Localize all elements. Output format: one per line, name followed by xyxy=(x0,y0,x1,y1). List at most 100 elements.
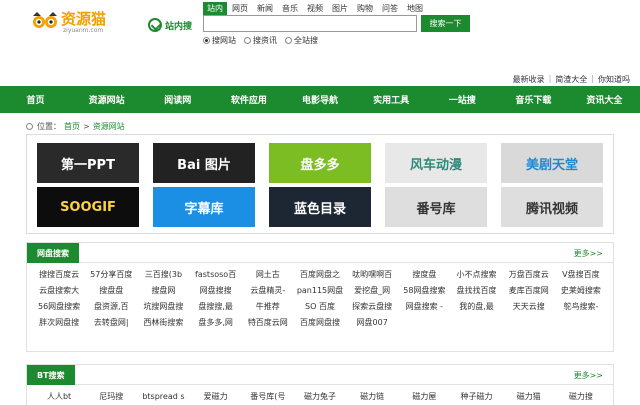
site-link[interactable]: 磁力兔子 xyxy=(294,389,346,405)
radio-search-sites[interactable]: 搜网站 xyxy=(203,35,236,46)
site-link[interactable]: 网盘搜搜 xyxy=(190,283,242,299)
featured-baidu-images[interactable]: Bai 图片 xyxy=(153,143,255,183)
nav-item-reading[interactable]: 阅读网 xyxy=(142,86,213,113)
site-link[interactable]: 小不点搜索 xyxy=(450,267,502,283)
nav-item-onesearch[interactable]: 一站搜 xyxy=(427,86,498,113)
site-link[interactable]: 盘多多,网 xyxy=(190,315,242,331)
nav-item-resources[interactable]: 资源网站 xyxy=(71,86,142,113)
site-link[interactable]: 磁力搜 xyxy=(555,389,607,405)
site-logo[interactable]: 资源猫 ziyuanm.com xyxy=(32,8,122,34)
search-tab[interactable]: 新闻 xyxy=(253,2,277,15)
logo-text: 资源猫 xyxy=(61,10,107,28)
site-link[interactable]: 爱磁力 xyxy=(190,389,242,405)
featured-tencent[interactable]: 腾讯视频 xyxy=(501,187,603,227)
nav-item-home[interactable]: 首页 xyxy=(0,86,71,113)
site-link[interactable]: 网盘007 xyxy=(346,315,398,331)
site-link[interactable]: 人人bt xyxy=(33,389,85,405)
site-link[interactable]: 搜盘盘 xyxy=(85,283,137,299)
site-link[interactable]: 盘搜搜,最 xyxy=(190,299,242,315)
site-link[interactable]: pan115网盘 xyxy=(294,283,346,299)
site-link[interactable]: 盘找找百度 xyxy=(450,283,502,299)
search-input[interactable] xyxy=(203,15,417,32)
nav-item-music[interactable]: 音乐下载 xyxy=(498,86,569,113)
site-link[interactable]: 去转盘网| xyxy=(85,315,137,331)
site-link[interactable]: fastsoso百 xyxy=(190,267,242,283)
site-link[interactable]: 我的盘,最 xyxy=(450,299,502,315)
search-tab[interactable]: 图片 xyxy=(328,2,352,15)
more-link[interactable]: 更多>> xyxy=(574,248,603,259)
site-link[interactable]: 盘资源,百 xyxy=(85,299,137,315)
site-link[interactable]: 云盘精灵- xyxy=(242,283,294,299)
breadcrumb-current[interactable]: 资源网站 xyxy=(93,121,125,132)
site-search-label: 站内搜 xyxy=(165,21,193,32)
search-button[interactable]: 搜索一下 xyxy=(421,15,470,32)
site-link[interactable]: 番号库(号 xyxy=(242,389,294,405)
site-link[interactable]: 尼玛搜 xyxy=(85,389,137,405)
more-link[interactable]: 更多>> xyxy=(574,370,603,381)
featured-fengche[interactable]: 风车动漫 xyxy=(385,143,487,183)
top-link-latest[interactable]: 最新收录 xyxy=(513,74,545,85)
search-tab[interactable]: 问答 xyxy=(378,2,402,15)
site-link[interactable]: 坑搜网盘搜 xyxy=(137,299,189,315)
site-link[interactable]: 万盘百度云 xyxy=(503,267,555,283)
site-link[interactable]: 西林街搜索 xyxy=(137,315,189,331)
nav-item-tools[interactable]: 实用工具 xyxy=(356,86,427,113)
site-link[interactable]: 56网盘搜索 xyxy=(33,299,85,315)
search-brand-icon xyxy=(148,18,162,32)
site-link[interactable]: 网土古 xyxy=(242,267,294,283)
featured-soogif[interactable]: SOOGIF xyxy=(37,187,139,227)
featured-label: 第一PPT xyxy=(61,157,115,173)
site-link[interactable]: 呔哟嘿啊百 xyxy=(346,267,398,283)
featured-label: Bai 图片 xyxy=(177,157,231,173)
featured-panduoduo[interactable]: 盘多多 xyxy=(269,143,371,183)
site-link[interactable]: V盘搜百度 xyxy=(555,267,607,283)
site-link[interactable]: 58网盘搜索 xyxy=(398,283,450,299)
site-link[interactable]: 搜盘网 xyxy=(137,283,189,299)
site-link[interactable]: 57分享百度 xyxy=(85,267,137,283)
site-link[interactable]: 搜搜百度云 xyxy=(33,267,85,283)
breadcrumb-home[interactable]: 首页 xyxy=(64,121,80,132)
site-link[interactable]: 天天云搜 xyxy=(503,299,555,315)
site-link[interactable]: 麦库百度网 xyxy=(503,283,555,299)
site-link[interactable]: 搜度盘 xyxy=(398,267,450,283)
site-link[interactable]: 百度网盘之 xyxy=(294,267,346,283)
search-tab[interactable]: 音乐 xyxy=(278,2,302,15)
search-tab[interactable]: 站内 xyxy=(203,2,227,15)
search-tab[interactable]: 视频 xyxy=(303,2,327,15)
featured-zimuku[interactable]: 字幕库 xyxy=(153,187,255,227)
breadcrumb-separator: > xyxy=(83,122,90,131)
nav-item-movies[interactable]: 电影导航 xyxy=(284,86,355,113)
search-tab[interactable]: 地图 xyxy=(403,2,427,15)
site-link[interactable]: 三百搜(3b xyxy=(137,267,189,283)
site-link[interactable]: btspread s xyxy=(137,389,189,405)
site-link[interactable]: 百度网盘搜 xyxy=(294,315,346,331)
site-link[interactable]: 牛推荐 xyxy=(242,299,294,315)
search-tab[interactable]: 购物 xyxy=(353,2,377,15)
featured-ppt[interactable]: 第一PPT xyxy=(37,143,139,183)
nav-item-software[interactable]: 软件应用 xyxy=(213,86,284,113)
site-link[interactable]: 种子磁力 xyxy=(450,389,502,405)
featured-fanhao[interactable]: 番号库 xyxy=(385,187,487,227)
site-link[interactable]: 史莱姆搜索 xyxy=(555,283,607,299)
site-link[interactable]: 探索云盘搜 xyxy=(346,299,398,315)
top-link-know[interactable]: 你知道吗 xyxy=(598,74,630,85)
divider: | xyxy=(548,74,552,83)
site-link[interactable]: 爱挖盘_网 xyxy=(346,283,398,299)
top-link-list[interactable]: 简渣大全 xyxy=(555,74,587,85)
site-link[interactable]: 云盘搜索大 xyxy=(33,283,85,299)
site-link[interactable]: 磁力猫 xyxy=(503,389,555,405)
site-link[interactable]: 特百度云网 xyxy=(242,315,294,331)
nav-item-news[interactable]: 资讯大全 xyxy=(569,86,640,113)
featured-meiju[interactable]: 美剧天堂 xyxy=(501,143,603,183)
radio-search-news[interactable]: 搜资讯 xyxy=(244,35,277,46)
site-link[interactable]: 鸵鸟搜索- xyxy=(555,299,607,315)
site-link[interactable]: SO 百度 xyxy=(294,299,346,315)
site-link[interactable]: 磁力链 xyxy=(346,389,398,405)
site-link[interactable]: 胖次网盘搜 xyxy=(33,315,85,331)
site-link[interactable]: 磁力屋 xyxy=(398,389,450,405)
radio-search-all[interactable]: 全站搜 xyxy=(285,35,318,46)
search-scope-radios: 搜网站 搜资讯 全站搜 xyxy=(203,35,326,46)
site-link[interactable]: 网盘搜索 - xyxy=(398,299,450,315)
featured-lanse[interactable]: 蓝色目录 xyxy=(269,187,371,227)
search-tab[interactable]: 网页 xyxy=(228,2,252,15)
